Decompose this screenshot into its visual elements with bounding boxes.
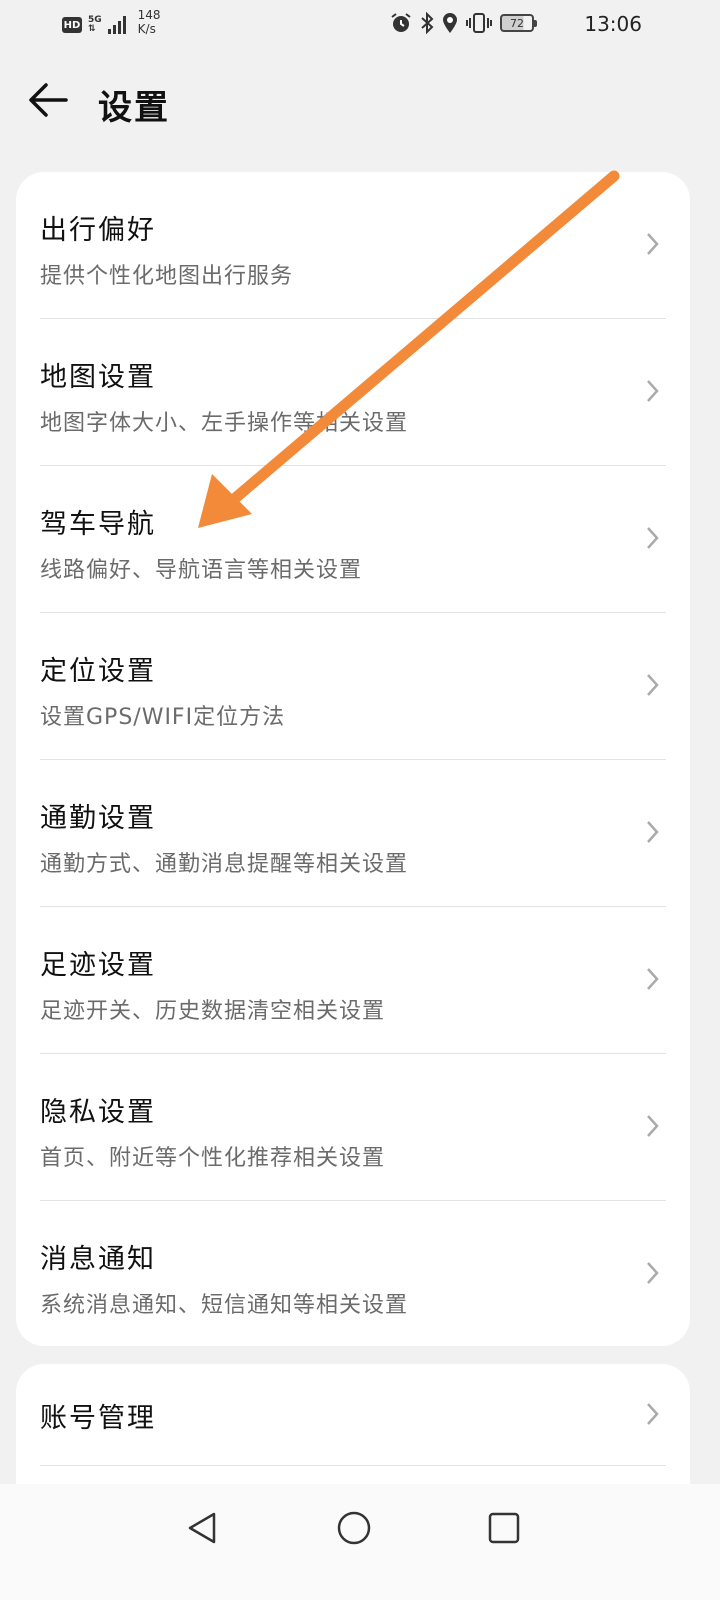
item-subtitle: 系统消息通知、短信通知等相关设置 [40, 1293, 409, 1318]
speed-unit: K/s [137, 22, 156, 36]
settings-item-driving-navigation[interactable]: 驾车导航 线路偏好、导航语言等相关设置 [40, 466, 666, 613]
item-title: 驾车导航 [40, 509, 156, 540]
item-subtitle: 设置GPS/WIFI定位方法 [40, 705, 286, 730]
chevron-right-icon [647, 968, 659, 990]
item-title: 定位设置 [40, 656, 156, 687]
item-subtitle: 地图字体大小、左手操作等相关设置 [40, 411, 409, 436]
arrow-left-icon [29, 83, 68, 117]
settings-list: 出行偏好 提供个性化地图出行服务 地图设置 地图字体大小、左手操作等相关设置 驾… [16, 172, 690, 1346]
chevron-right-icon [647, 1115, 659, 1137]
chevron-right-icon [647, 380, 659, 402]
status-left: HD 5G ⇅ 148 K/s [62, 8, 161, 40]
bluetooth-icon [421, 12, 434, 34]
location-icon [443, 13, 457, 33]
speed-value: 148 [137, 8, 161, 22]
item-title: 出行偏好 [40, 215, 156, 246]
chevron-right-icon [647, 1403, 659, 1425]
nav-back-icon[interactable] [184, 1510, 220, 1546]
battery-icon: 72 [500, 14, 537, 32]
status-icons: 72 [390, 12, 537, 34]
item-subtitle: 提供个性化地图出行服务 [40, 264, 294, 289]
item-title: 账号管理 [40, 1403, 156, 1434]
status-time: 13:06 [584, 12, 642, 36]
chevron-right-icon [647, 821, 659, 843]
item-subtitle: 线路偏好、导航语言等相关设置 [40, 558, 363, 583]
nav-home-icon[interactable] [336, 1510, 372, 1546]
header: 设置 [0, 64, 720, 136]
item-title: 通勤设置 [40, 803, 156, 834]
item-subtitle: 足迹开关、历史数据清空相关设置 [40, 999, 386, 1024]
chevron-right-icon [647, 1262, 659, 1284]
chevron-right-icon [647, 233, 659, 255]
settings-item-message-notification[interactable]: 消息通知 系统消息通知、短信通知等相关设置 [40, 1201, 666, 1348]
settings-item-location-settings[interactable]: 定位设置 设置GPS/WIFI定位方法 [40, 613, 666, 760]
alarm-icon [391, 13, 411, 32]
settings-item-footprint-settings[interactable]: 足迹设置 足迹开关、历史数据清空相关设置 [40, 907, 666, 1054]
battery-level: 72 [510, 16, 524, 30]
page-title: 设置 [98, 88, 170, 128]
system-nav-bar [0, 1484, 720, 1600]
item-title: 地图设置 [40, 362, 156, 393]
status-bar: HD 5G ⇅ 148 K/s 72 13:06 [0, 0, 720, 48]
nav-recent-icon[interactable] [486, 1510, 522, 1546]
settings-item-map-settings[interactable]: 地图设置 地图字体大小、左手操作等相关设置 [40, 319, 666, 466]
settings-item-commute-settings[interactable]: 通勤设置 通勤方式、通勤消息提醒等相关设置 [40, 760, 666, 907]
hd-badge: HD [62, 17, 82, 33]
item-subtitle: 首页、附近等个性化推荐相关设置 [40, 1146, 386, 1171]
item-title: 消息通知 [40, 1244, 156, 1275]
vibrate-icon [466, 13, 492, 33]
item-title: 足迹设置 [40, 950, 156, 981]
back-button[interactable] [26, 80, 70, 120]
item-subtitle: 通勤方式、通勤消息提醒等相关设置 [40, 852, 409, 877]
network-type: 5G ⇅ [88, 16, 102, 34]
chevron-right-icon [647, 674, 659, 696]
settings-item-privacy-settings[interactable]: 隐私设置 首页、附近等个性化推荐相关设置 [40, 1054, 666, 1201]
item-title: 隐私设置 [40, 1097, 156, 1128]
signal-icon [107, 16, 126, 34]
settings-item-travel-preference[interactable]: 出行偏好 提供个性化地图出行服务 [40, 172, 666, 319]
network-speed: 148 K/s [138, 8, 161, 36]
arrows-icon: ⇅ [88, 24, 96, 34]
settings-item-account-management[interactable]: 账号管理 [40, 1364, 666, 1466]
chevron-right-icon [647, 527, 659, 549]
